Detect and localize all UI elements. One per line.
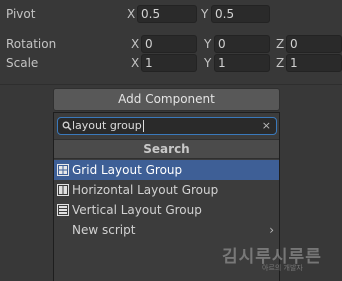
result-vertical-layout-group[interactable]: Vertical Layout Group: [54, 200, 279, 220]
inspector-panel: Pivot X 0.5 Y 0.5 Rotation X 0 Y 0 Z 0 S…: [0, 0, 342, 281]
search-icon: [62, 121, 72, 131]
result-label: New script: [72, 223, 136, 237]
result-label: Horizontal Layout Group: [72, 183, 219, 197]
pivot-y-field[interactable]: 0.5: [211, 5, 270, 23]
rotation-x-axis-label[interactable]: X: [131, 36, 139, 52]
scale-y-axis-label[interactable]: Y: [204, 55, 211, 71]
pivot-label: Pivot: [6, 7, 36, 21]
rotation-row: Rotation X 0 Y 0 Z 0: [0, 34, 342, 54]
rotation-z-field[interactable]: 0: [286, 35, 342, 53]
section-divider: [0, 84, 342, 85]
rotation-label: Rotation: [6, 37, 57, 51]
add-component-button[interactable]: Add Component: [53, 88, 280, 111]
rotation-y-field[interactable]: 0: [214, 35, 270, 53]
component-search-input[interactable]: layout group ×: [57, 117, 277, 135]
scale-row: Scale X 1 Y 1 Z 1: [0, 53, 342, 73]
rotation-z-axis-label[interactable]: Z: [276, 36, 284, 52]
scale-y-field[interactable]: 1: [214, 54, 270, 72]
pivot-x-axis-label[interactable]: X: [127, 6, 135, 22]
result-horizontal-layout-group[interactable]: Horizontal Layout Group: [54, 180, 279, 200]
watermark: 김시루시루른 아르의 개발자: [222, 242, 342, 281]
scale-z-axis-label[interactable]: Z: [276, 55, 284, 71]
result-new-script[interactable]: New script ›: [54, 220, 279, 240]
chevron-right-icon: ›: [269, 223, 274, 237]
scale-label: Scale: [6, 56, 39, 70]
scale-x-axis-label[interactable]: X: [131, 55, 139, 71]
scale-z-field[interactable]: 1: [286, 54, 342, 72]
watermark-subtitle: 아르의 개발자: [262, 264, 303, 272]
vertical-layout-icon: [57, 204, 69, 216]
pivot-row: Pivot X 0.5 Y 0.5: [0, 4, 342, 24]
close-icon[interactable]: ×: [262, 118, 271, 134]
search-section-header: Search: [54, 139, 279, 159]
result-label: Vertical Layout Group: [72, 203, 202, 217]
rotation-x-field[interactable]: 0: [141, 35, 197, 53]
pivot-y-axis-label[interactable]: Y: [201, 6, 208, 22]
search-value: layout group: [72, 119, 142, 132]
scale-x-field[interactable]: 1: [141, 54, 197, 72]
rotation-y-axis-label[interactable]: Y: [204, 36, 211, 52]
pivot-x-field[interactable]: 0.5: [137, 5, 197, 23]
horizontal-layout-icon: [57, 184, 69, 196]
result-grid-layout-group[interactable]: Grid Layout Group: [54, 160, 279, 180]
text-caret: [143, 120, 144, 132]
result-label: Grid Layout Group: [72, 163, 183, 177]
grid-layout-icon: [57, 164, 69, 176]
